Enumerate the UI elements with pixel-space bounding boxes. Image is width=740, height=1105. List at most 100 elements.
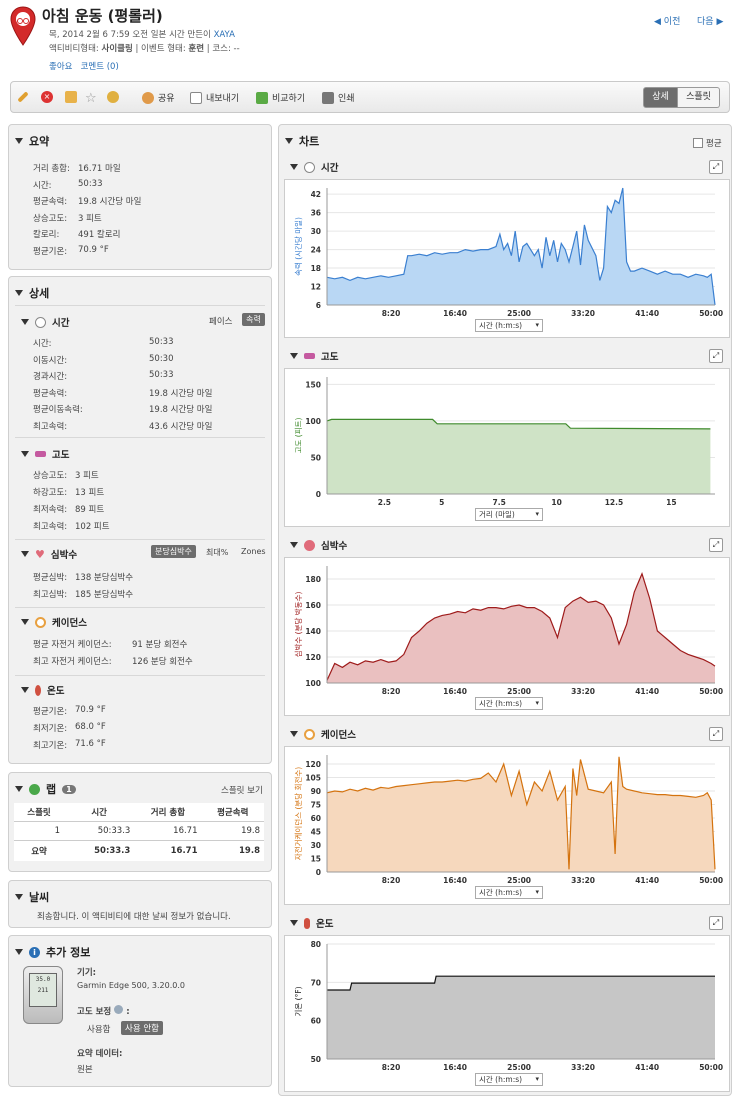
activity-type[interactable]: 사이클링 (102, 44, 133, 54)
summary-panel: 요약 거리 총합: 16.71 마일 시간: 50:33 평균속력: 19.8 시간당 마… (8, 124, 272, 270)
laps-col-header[interactable]: 거리 총합 (134, 803, 202, 822)
weather-message: 죄송합니다. 이 액티비티에 대한 날씨 정보가 없습니다. (37, 912, 231, 922)
chart-header-time[interactable]: 시간 (290, 160, 338, 174)
chart-cadence: 0 15 30 45 60 75 90 105 120 8:20 16:40 25:00 33:20 41… (284, 746, 730, 905)
expand-chart-icon[interactable]: ⤢ (709, 349, 723, 363)
help-icon[interactable] (114, 1005, 124, 1014)
delete-icon[interactable]: × (41, 91, 53, 103)
activity-type-line: 액티비티형태: 사이클링 | 이벤트 형태: 훈련 | 코스: -- (49, 44, 240, 54)
laps-cell: 19.8 (241, 826, 260, 836)
weather-header[interactable]: 날씨 (15, 889, 49, 905)
laps-total-cell: 50:33.3 (94, 846, 131, 856)
elevation-correction-label: 고도 보정 : (77, 1005, 130, 1017)
x-axis-label: 시간 (h:m:s) (479, 1075, 523, 1084)
chevron-down-icon: ▾ (535, 1075, 539, 1083)
chart-header-heart[interactable]: 심박수 (290, 538, 347, 552)
share-button[interactable]: 공유 (142, 91, 175, 104)
elevation-section-header[interactable]: 고도 (21, 447, 69, 461)
prev-arrow-icon: ◀ (654, 17, 661, 27)
average-toggle[interactable]: 평균 (693, 137, 722, 149)
x-axis-select[interactable]: 시간 (h:m:s) ▾ (475, 1073, 543, 1086)
x-axis-select[interactable]: 거리 (마일) ▾ (475, 508, 543, 521)
heart-section-header[interactable]: ♥ 심박수 (21, 547, 77, 561)
table-row[interactable]: 1 50:33.3 16.71 19.8 (14, 822, 264, 841)
details-header[interactable]: 상세 (15, 285, 49, 301)
x-tick-label: 41:40 (635, 876, 659, 885)
event-type[interactable]: 훈련 (188, 44, 204, 54)
chart-header-elevation[interactable]: 고도 (290, 349, 338, 363)
y-axis-label: 속력 (시간당 마일) (293, 217, 303, 276)
laps-col-header[interactable]: 평균속력 (201, 803, 264, 822)
bpm-toggle[interactable]: 분당심박수 (151, 545, 196, 558)
activity-date-line: 목, 2014 2월 6 7:59 오전 일본 시간 만든이 XAYA (49, 30, 235, 40)
stat-label: 최고속력: (33, 522, 68, 532)
comments-link[interactable]: 코멘트 (0) (81, 62, 119, 72)
x-tick-label: 33:20 (571, 309, 595, 318)
average-checkbox[interactable] (693, 138, 703, 148)
charts-header[interactable]: 차트 (285, 133, 319, 149)
x-tick-label: 41:40 (635, 309, 659, 318)
y-tick-label: 0 (316, 868, 321, 877)
y-axis-label: 기온 (°F) (294, 986, 303, 1016)
laps-total-cell: 16.71 (170, 846, 198, 856)
time-section-header[interactable]: 시간 (21, 315, 69, 329)
edit-icon[interactable] (17, 91, 29, 103)
print-button[interactable]: 인쇄 (322, 91, 355, 104)
expand-chart-icon[interactable]: ⤢ (709, 727, 723, 741)
printer-icon (322, 91, 334, 104)
prev-link[interactable]: ◀ 이전 (654, 14, 680, 27)
expand-chart-icon[interactable]: ⤢ (709, 916, 723, 930)
x-axis-select[interactable]: 시간 (h:m:s) ▾ (475, 319, 543, 332)
chart-header-cadence[interactable]: 케이던스 (290, 727, 356, 741)
series-area (327, 188, 715, 305)
x-tick-label: 16:40 (443, 309, 467, 318)
split-view-button[interactable]: 스플릿 (678, 87, 720, 108)
weather-panel: 날씨 죄송합니다. 이 액티비티에 대한 날씨 정보가 없습니다. (8, 880, 272, 928)
y-tick-label: 45 (311, 828, 321, 837)
award-icon[interactable] (107, 91, 119, 103)
detail-view-button[interactable]: 상세 (643, 87, 678, 108)
x-axis-select[interactable]: 시간 (h:m:s) ▾ (475, 886, 543, 899)
extra-info-header[interactable]: i 추가 정보 (15, 944, 90, 960)
laps-header[interactable]: 랩1 (15, 781, 76, 797)
chart-heart: 100 120 140 160 180 8:20 16:40 25:00 33:20 41:40 5… (284, 557, 730, 716)
activity-title[interactable]: 아침 운동 (평롤러) (42, 5, 163, 26)
y-tick-label: 30 (311, 227, 321, 236)
expand-chart-icon[interactable]: ⤢ (709, 538, 723, 552)
temp-icon (304, 917, 310, 929)
laps-col-header[interactable]: 시간 (64, 803, 135, 822)
stat-label: 평균심박: (33, 573, 68, 583)
next-link[interactable]: 다음 ▶ (697, 14, 723, 27)
x-axis-select[interactable]: 시간 (h:m:s) ▾ (475, 697, 543, 710)
speed-toggle[interactable]: 속력 (242, 313, 265, 326)
collapse-triangle-icon (21, 451, 29, 457)
pace-toggle[interactable]: 페이스 (209, 315, 232, 327)
x-tick-label: 2.5 (378, 498, 391, 507)
x-tick-label: 16:40 (443, 687, 467, 696)
compare-button[interactable]: 비교하기 (256, 91, 305, 104)
zones-toggle[interactable]: Zones (241, 547, 266, 556)
user-link[interactable]: XAYA (214, 30, 235, 40)
export-icon (190, 91, 202, 104)
expand-chart-icon[interactable]: ⤢ (709, 160, 723, 174)
summary-header[interactable]: 요약 (15, 133, 49, 149)
temperature-section-header[interactable]: 온도 (21, 683, 64, 697)
export-button[interactable]: 내보내기 (190, 91, 239, 104)
y-tick-label: 6 (316, 301, 321, 310)
lock-icon[interactable] (65, 91, 77, 103)
cadence-section-header[interactable]: 케이던스 (21, 615, 87, 629)
x-tick-label: 15 (666, 498, 676, 507)
split-view-link[interactable]: 스플릿 보기 (221, 784, 263, 796)
stat-label: 평균 자전거 케이던스: (33, 640, 112, 650)
x-tick-label: 25:00 (507, 876, 531, 885)
chart-header-temperature[interactable]: 온도 (290, 916, 333, 930)
x-tick-label: 50:00 (699, 309, 723, 318)
elevation-correction-on[interactable]: 사용함 (87, 1023, 110, 1035)
elevation-correction-off[interactable]: 사용 안함 (121, 1021, 163, 1035)
like-link[interactable]: 좋아요 (49, 62, 72, 72)
chart-title: 케이던스 (321, 730, 356, 741)
max-percent-toggle[interactable]: 최대% (206, 547, 228, 558)
stat-label: 이동시간: (33, 355, 68, 366)
laps-col-header[interactable]: 스플릿 (14, 803, 65, 822)
favorite-star-icon[interactable]: ☆ (85, 91, 97, 106)
